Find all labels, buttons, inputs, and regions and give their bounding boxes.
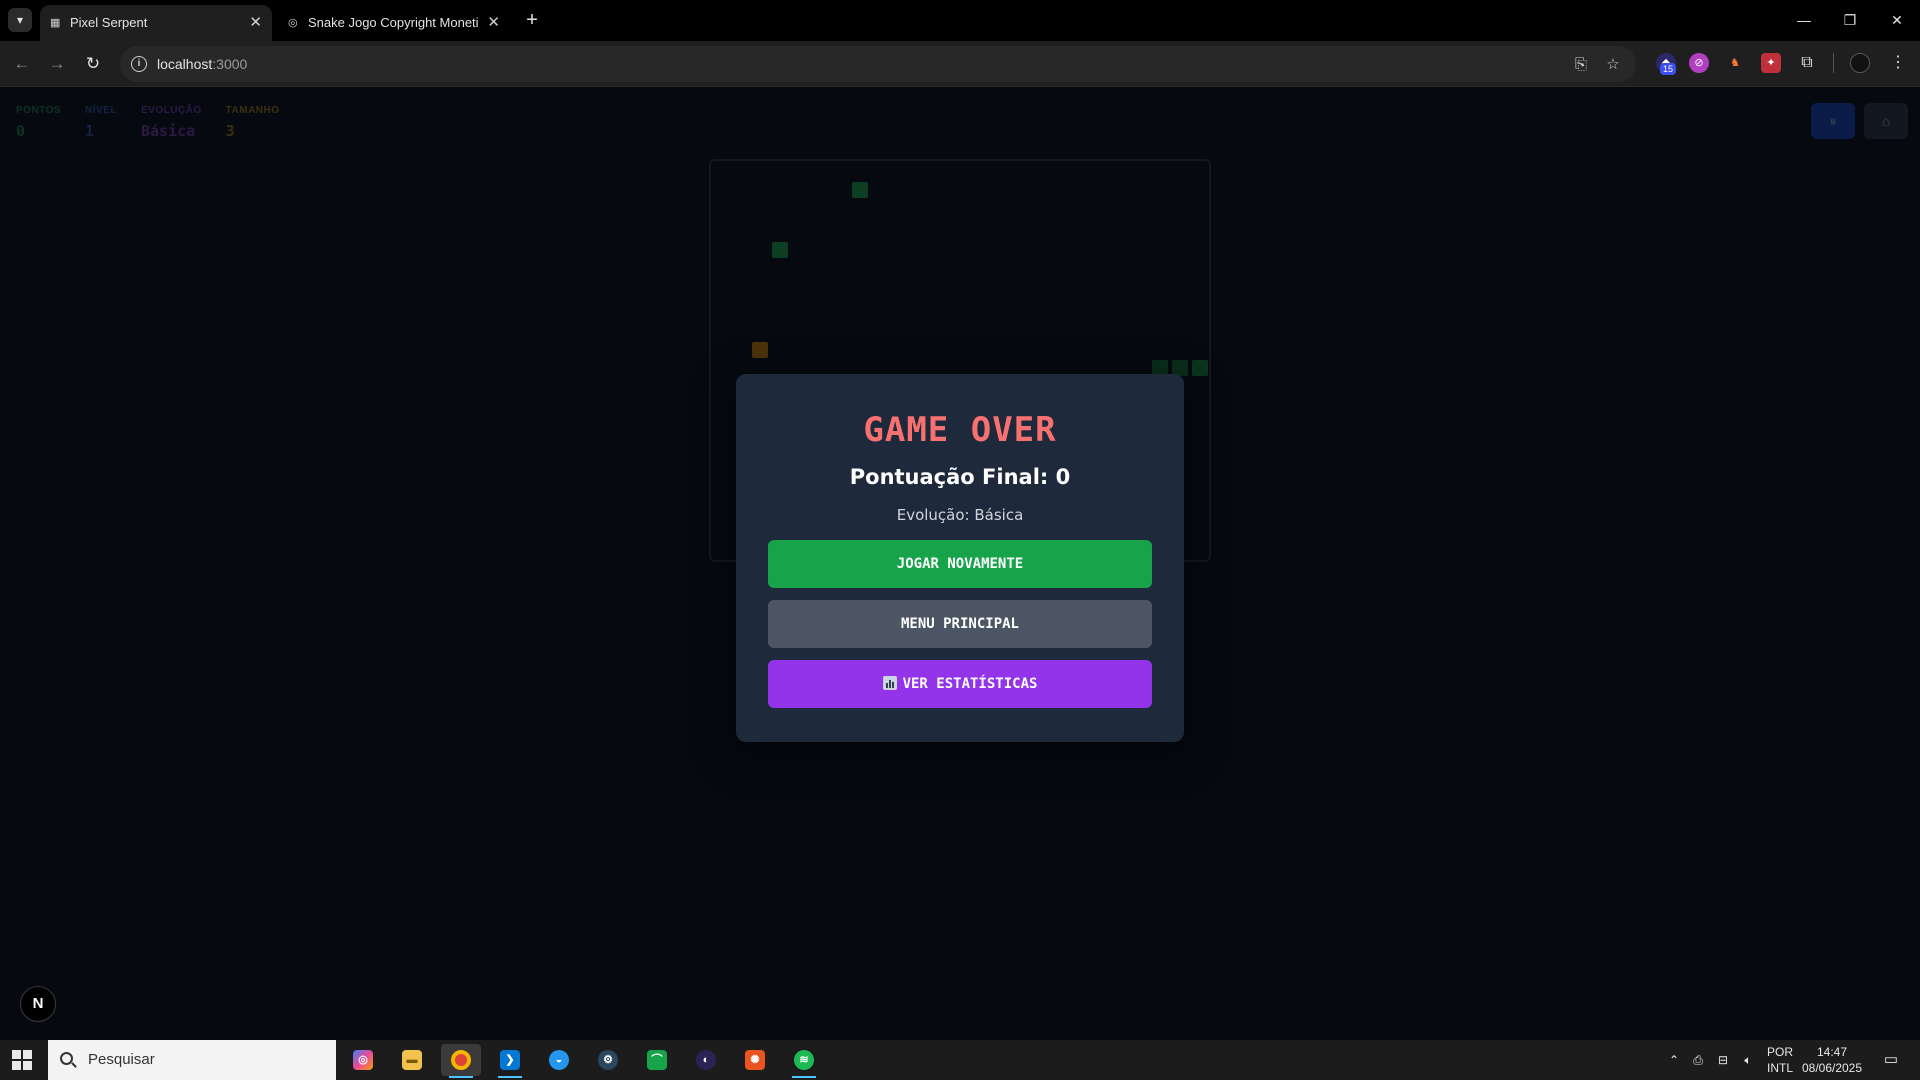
- clock[interactable]: 14:47 08/06/2025: [1800, 1040, 1864, 1080]
- forward-icon[interactable]: →: [44, 51, 70, 77]
- url-port: :3000: [212, 56, 248, 72]
- reload-icon[interactable]: ↻: [80, 51, 106, 77]
- network-icon[interactable]: ⊟: [1712, 1040, 1734, 1080]
- new-tab-button[interactable]: +: [520, 8, 544, 32]
- tab-title: Pixel Serpent: [70, 15, 148, 30]
- bookmark-star-icon[interactable]: ☆: [1603, 55, 1623, 75]
- browser-menu-icon[interactable]: ⋮: [1888, 53, 1908, 73]
- extension-badge: 15: [1660, 63, 1677, 75]
- close-tab-icon[interactable]: ✕: [249, 5, 262, 41]
- main-menu-label: MENU PRINCIPAL: [900, 616, 1019, 632]
- language-indicator[interactable]: POR INTL: [1762, 1040, 1798, 1080]
- tab-title: Snake Jogo Copyright Monetiza: [308, 15, 478, 30]
- spotify-app-icon[interactable]: ≋: [784, 1044, 824, 1078]
- file-explorer-icon[interactable]: ▬: [392, 1044, 432, 1076]
- close-tab-icon[interactable]: ✕: [487, 5, 500, 41]
- eclipse-app-icon[interactable]: ◐: [686, 1044, 726, 1076]
- profile-avatar[interactable]: [1850, 53, 1870, 73]
- bar-chart-icon: [882, 676, 897, 690]
- final-evolution: Evolução: Básica: [896, 506, 1024, 524]
- volume-icon[interactable]: 🔈︎: [1737, 1040, 1759, 1080]
- vscode-app-icon[interactable]: ❯: [490, 1044, 530, 1078]
- tab-snake-jogo[interactable]: ◎ Snake Jogo Copyright Monetiza ✕: [278, 5, 510, 41]
- search-placeholder: Pesquisar: [88, 1051, 155, 1068]
- windows-taskbar: Pesquisar ◎ ▬ ❯ ◒ ⚙ ⌒ ◐ ✺ ≋ ⌃ ⎙ ⊟ 🔈︎ POR…: [0, 1040, 1920, 1080]
- search-icon: [60, 1052, 73, 1065]
- tray-device-icon[interactable]: ⎙: [1688, 1040, 1708, 1080]
- clock-date: 08/06/2025: [1801, 1061, 1863, 1075]
- minimize-icon[interactable]: —: [1781, 0, 1827, 41]
- tray-overflow-icon[interactable]: ⌃: [1664, 1040, 1684, 1080]
- url-host: localhost: [157, 56, 213, 72]
- restore-icon[interactable]: ❐: [1827, 0, 1873, 41]
- view-stats-label: VER ESTATÍSTICAS: [902, 676, 1038, 692]
- install-app-icon[interactable]: ⎘: [1571, 55, 1591, 75]
- game-page: PONTOS 0 NÍVEL 1 EVOLUÇÃO Básica TAMANHO…: [0, 87, 1920, 1040]
- browser-toolbar: ← → ↻ i localhost:3000 ⎘ ☆: [0, 41, 1920, 87]
- tab-favicon-icon: ▦: [50, 17, 61, 29]
- extension-icon-2[interactable]: ⊘: [1689, 53, 1709, 73]
- notifications-icon[interactable]: ▭: [1876, 1040, 1906, 1080]
- chrome-app-icon[interactable]: [441, 1044, 481, 1078]
- tab-search-button[interactable]: ▾: [8, 8, 32, 32]
- browser-tab-bar: ▾ ▦ Pixel Serpent ✕ ◎ Snake Jogo Copyrig…: [0, 0, 1920, 41]
- address-bar[interactable]: i localhost:3000 ⎘ ☆: [120, 46, 1636, 82]
- keyboard-layout: INTL: [1766, 1061, 1793, 1075]
- dev-tools-badge[interactable]: N: [20, 986, 56, 1022]
- tab-favicon-icon: ◎: [288, 17, 298, 29]
- view-stats-button[interactable]: VER ESTATÍSTICAS: [768, 660, 1152, 708]
- url-text: localhost:3000: [157, 46, 247, 82]
- ubuntu-app-icon[interactable]: ✺: [735, 1044, 775, 1076]
- docker-app-icon[interactable]: ◒: [539, 1044, 579, 1076]
- back-icon[interactable]: ←: [9, 51, 35, 77]
- toolbar-divider: [1833, 53, 1834, 73]
- clock-time: 14:47: [1816, 1045, 1848, 1059]
- git-client-app-icon[interactable]: ⌒: [637, 1044, 677, 1076]
- play-again-label: JOGAR NOVAMENTE: [896, 556, 1024, 572]
- play-again-button[interactable]: JOGAR NOVAMENTE: [768, 540, 1152, 588]
- steam-app-icon[interactable]: ⚙: [588, 1044, 628, 1076]
- windows-start-icon[interactable]: [12, 1050, 32, 1070]
- taskbar-search-box[interactable]: Pesquisar: [48, 1040, 336, 1080]
- site-info-icon[interactable]: i: [131, 56, 147, 72]
- language-code: POR: [1766, 1045, 1793, 1059]
- final-score: Pontuação Final: 0: [849, 465, 1071, 489]
- extension-icon-4[interactable]: ✦: [1761, 53, 1781, 73]
- tab-pixel-serpent[interactable]: ▦ Pixel Serpent ✕: [40, 5, 272, 41]
- main-menu-button[interactable]: MENU PRINCIPAL: [768, 600, 1152, 648]
- game-over-title: GAME OVER: [863, 410, 1057, 450]
- game-over-modal: GAME OVER Pontuação Final: 0 Evolução: B…: [736, 374, 1184, 742]
- copilot-app-icon[interactable]: ◎: [343, 1044, 383, 1076]
- extension-icon-3[interactable]: ♞: [1725, 53, 1745, 73]
- close-window-icon[interactable]: ✕: [1874, 0, 1920, 41]
- extensions-puzzle-icon[interactable]: ⧉: [1797, 53, 1817, 73]
